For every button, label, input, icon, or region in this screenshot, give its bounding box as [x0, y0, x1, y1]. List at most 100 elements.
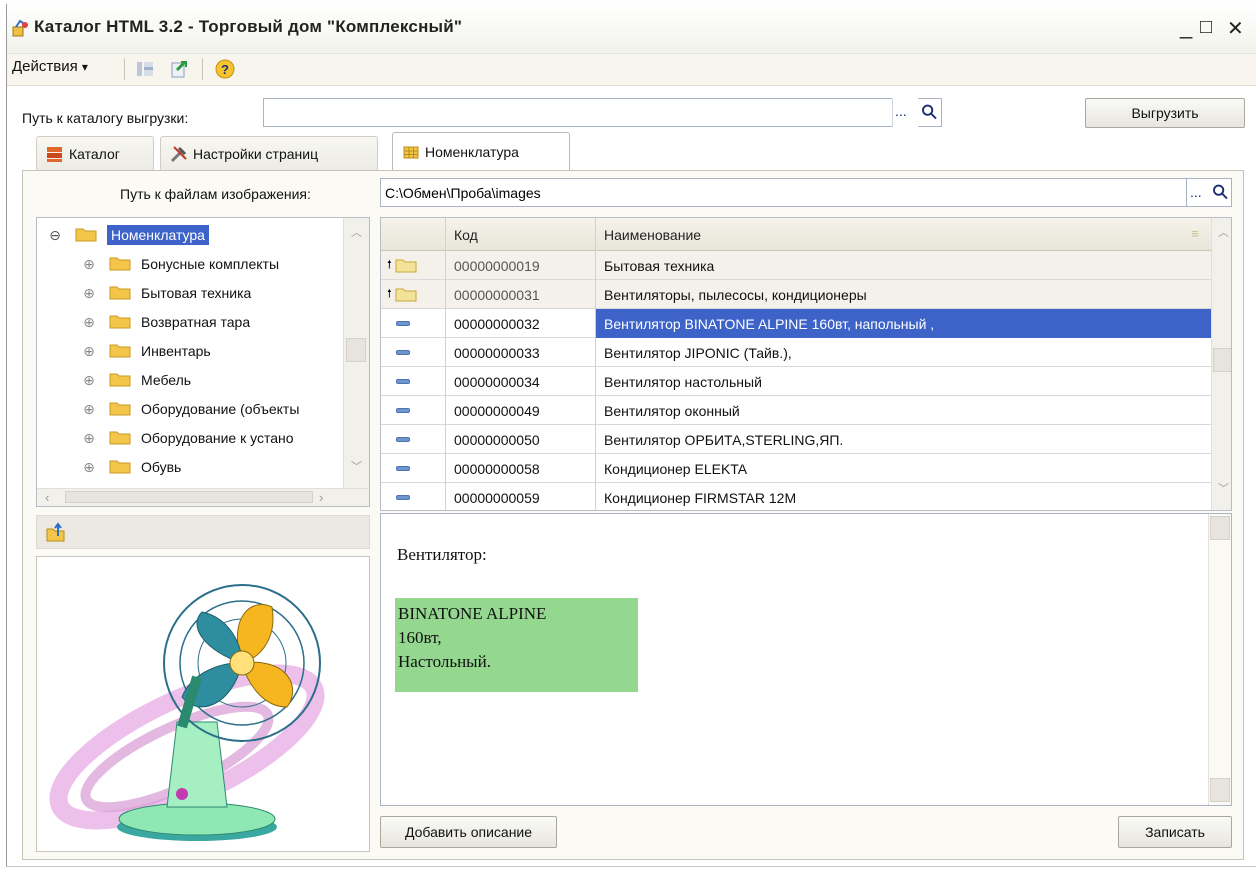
export-path-input[interactable] [263, 98, 918, 127]
tree-item[interactable]: ⊕ Оборудование (объекты [83, 394, 299, 423]
sort-icon[interactable]: ≡ [1191, 226, 1199, 241]
chevron-left-icon[interactable]: ‹ [45, 490, 49, 505]
folder-icon [109, 315, 131, 329]
table-group-row[interactable]: 🠕 00000000031 Вентиляторы, пылесосы, конди… [381, 280, 1213, 309]
tree-item[interactable]: ⊕ Оборудование к устано [83, 423, 294, 452]
folder-icon [75, 228, 97, 242]
tree-item[interactable]: ⊕ Бонусные комплекты [83, 249, 279, 278]
table-row[interactable]: 00000000032 Вентилятор BINATONE ALPINE 16… [381, 309, 1213, 338]
chevron-down-icon[interactable]: ﹀ [351, 458, 362, 474]
scrollbar-thumb[interactable] [1210, 778, 1230, 802]
image-path-label: Путь к файлам изображения: [120, 186, 311, 202]
table-row[interactable]: 00000000033 Вентилятор JIPONIC (Тайв.), [381, 338, 1213, 367]
expand-icon[interactable]: ⊕ [83, 402, 95, 416]
row-icon-cell [381, 367, 446, 396]
tree-vertical-scrollbar[interactable]: ︿ ﹀ [343, 218, 369, 488]
row-icon-cell [381, 309, 446, 338]
export-path-label: Путь к каталогу выгрузки: [22, 110, 189, 126]
add-description-button[interactable]: Добавить описание [380, 816, 557, 848]
column-header-icon[interactable] [381, 218, 446, 251]
expand-icon[interactable]: ⊕ [83, 286, 95, 300]
export-button[interactable]: Выгрузить [1085, 98, 1245, 128]
description-line: Настольный. [398, 652, 491, 671]
scrollbar-thumb[interactable] [346, 338, 366, 362]
scrollbar-thumb[interactable] [65, 491, 313, 503]
item-icon [396, 466, 410, 471]
description-scrollbar[interactable] [1208, 514, 1231, 805]
chevron-right-icon[interactable]: › [319, 490, 323, 505]
tab-nomenclature[interactable]: Номенклатура [392, 132, 570, 170]
table-row[interactable]: 00000000050 Вентилятор ОРБИТА,STERLING,ЯП… [381, 425, 1213, 454]
minimize-button[interactable]: _ [1180, 14, 1192, 40]
folder-icon [109, 373, 131, 387]
tree-item-label: Обувь [141, 458, 182, 475]
folder-icon [109, 344, 131, 358]
column-header-code[interactable]: Код [446, 218, 596, 251]
image-path-input[interactable]: C:\Обмен\Проба\images [380, 178, 1208, 207]
column-header-name-label: Наименование [604, 226, 702, 243]
collapse-icon[interactable]: ⊖ [49, 228, 61, 242]
tree-toolbar [36, 515, 370, 549]
menu-bar [7, 54, 1256, 86]
tree-item[interactable]: ⊕ Обувь [83, 452, 181, 481]
tree-item-label: Мебель [141, 371, 192, 388]
fan-image [49, 584, 325, 841]
chevron-down-icon[interactable]: ﹀ [1218, 480, 1229, 496]
tree-item-label: Оборудование к устано [141, 429, 294, 446]
folder-icon [109, 460, 131, 474]
tab-catalog[interactable]: Каталог [36, 136, 154, 170]
row-icon-cell: 🠕 [381, 251, 446, 280]
tree-item[interactable]: ⊕ Возвратная тара [83, 307, 250, 336]
nomenclature-table[interactable]: Код Наименование ≡ 🠕 00000000019 Бытовая т… [380, 217, 1232, 511]
scrollbar-thumb[interactable] [1213, 348, 1231, 372]
expand-icon[interactable]: ⊕ [83, 431, 95, 445]
table-row[interactable]: 00000000058 Кондиционер ELEKTA [381, 454, 1213, 483]
close-button[interactable]: ✕ [1227, 16, 1244, 41]
upload-folder-icon[interactable] [45, 522, 67, 544]
save-button[interactable]: Записать [1118, 816, 1232, 848]
table-row[interactable]: 00000000034 Вентилятор настольный [381, 367, 1213, 396]
grid-icon[interactable] [134, 58, 156, 80]
tree-root[interactable]: ⊖ Номенклатура [49, 220, 209, 249]
tree-item[interactable]: ⊕ Бытовая техника [83, 278, 251, 307]
row-icon-cell [381, 396, 446, 425]
table-group-row[interactable]: 🠕 00000000019 Бытовая техника [381, 251, 1213, 280]
tab-label: Настройки страниц [193, 145, 319, 162]
column-header-name[interactable]: Наименование ≡ [596, 218, 1213, 251]
expand-icon[interactable]: ⊕ [83, 373, 95, 387]
tree-item-label: Оборудование (объекты [141, 400, 300, 417]
folder-icon [109, 286, 131, 300]
tree-horizontal-scrollbar[interactable]: ‹ › [37, 488, 369, 506]
chevron-down-icon: ▾ [81, 60, 88, 74]
image-path-browse-button[interactable]: ... [1186, 178, 1210, 207]
expand-icon[interactable]: ⊕ [83, 460, 95, 474]
table-vertical-scrollbar[interactable]: ︿ ﹀ [1211, 218, 1231, 510]
export-path-browse-button[interactable]: ... [892, 98, 918, 127]
code-cell: 00000000058 [446, 454, 596, 483]
expand-icon[interactable]: ⊕ [83, 315, 95, 329]
search-icon[interactable] [918, 98, 942, 127]
chevron-up-icon[interactable]: ︿ [1218, 224, 1229, 240]
tree-item-label: Бонусные комплекты [141, 255, 280, 272]
category-tree[interactable]: ⊖ Номенклатура ⊕ Бонусные комплекты ⊕ Бытов… [36, 217, 370, 507]
expand-icon[interactable]: ⊕ [83, 344, 95, 358]
maximize-button[interactable]: □ [1200, 16, 1212, 39]
search-icon[interactable] [1210, 178, 1232, 207]
actions-menu[interactable]: Действия ▾ [12, 58, 88, 75]
tree-item[interactable]: ⊕ Мебель [83, 365, 191, 394]
help-icon[interactable]: ? [214, 58, 236, 80]
name-cell: Вентилятор JIPONIC (Тайв.), [604, 344, 792, 361]
tab-label: Номенклатура [425, 143, 519, 160]
expand-icon[interactable]: ⊕ [83, 257, 95, 271]
export-icon[interactable] [168, 58, 190, 80]
chevron-up-icon[interactable]: ︿ [351, 224, 362, 240]
tab-page-settings[interactable]: Настройки страниц [160, 136, 378, 170]
table-row[interactable]: 00000000049 Вентилятор оконный [381, 396, 1213, 425]
tree-item-label: Инвентарь [141, 342, 211, 359]
description-box: BINATONE ALPINE 160вт, Настольный. [395, 598, 638, 692]
tree-item[interactable]: ⊕ Инвентарь [83, 336, 211, 365]
name-cell: Кондиционер ELEKTA [604, 460, 748, 477]
table-row[interactable]: 00000000059 Кондиционер FIRMSTAR 12M [381, 483, 1213, 510]
scrollbar-thumb[interactable] [1210, 516, 1230, 540]
name-cell: Вентилятор оконный [604, 402, 740, 419]
